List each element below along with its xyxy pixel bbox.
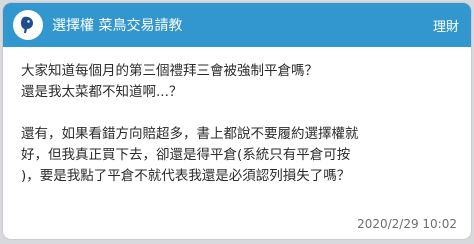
post-line: 好，但我真正買下去，卻還是得平倉(系統只有平倉可按: [21, 147, 351, 163]
post-line: )，要是我點了平倉不就代表我還是必須認列損失了嗎？: [21, 168, 351, 184]
bird-avatar-icon[interactable]: [13, 10, 43, 40]
post-line: 還有，如果看錯方向賠超多，書上都說不要履約選擇權就: [21, 126, 359, 142]
post-card[interactable]: 選擇權 菜鳥交易請教 理財 大家知道每個月的第三個禮拜三會被強制平倉嗎？ 還是我…: [3, 3, 471, 239]
post-header: 選擇權 菜鳥交易請教 理財: [3, 3, 471, 47]
post-line: 大家知道每個月的第三個禮拜三會被強制平倉嗎？: [21, 63, 318, 79]
post-line: 還是我太菜都不知道啊...？: [21, 84, 183, 100]
post-content: 大家知道每個月的第三個禮拜三會被強制平倉嗎？ 還是我太菜都不知道啊...？ 還有…: [3, 47, 471, 187]
post-title[interactable]: 選擇權 菜鳥交易請教: [52, 15, 433, 35]
board-name[interactable]: 理財: [433, 16, 459, 35]
post-timestamp: 2020/2/29 10:02: [357, 217, 457, 231]
